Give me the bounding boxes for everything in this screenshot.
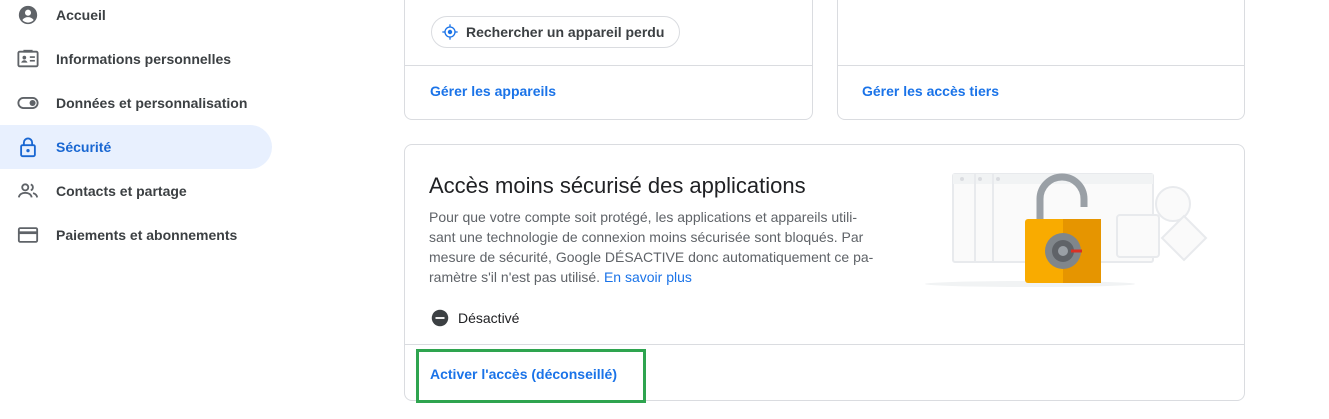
- sidebar-item-informations[interactable]: Informations personnelles: [0, 37, 272, 81]
- toggle-icon: [17, 97, 39, 109]
- account-circle-icon: [18, 5, 38, 25]
- locate-icon: [442, 24, 458, 40]
- description-line: Pour que votre compte soit protégé, les …: [429, 209, 858, 225]
- minus-circle-icon: [431, 309, 449, 327]
- manage-third-party-link[interactable]: Gérer les accès tiers: [862, 83, 999, 99]
- sidebar: Accueil Informations personnelles Donnée…: [0, 0, 290, 419]
- credit-card-icon: [17, 227, 39, 243]
- sidebar-item-label: Données et personnalisation: [56, 95, 248, 111]
- card-divider: [405, 344, 1244, 345]
- find-device-button[interactable]: Rechercher un appareil perdu: [431, 16, 680, 48]
- card-divider: [405, 65, 812, 66]
- card-title: Accès moins sécurisé des applications: [429, 173, 806, 198]
- sidebar-item-label: Accueil: [56, 7, 106, 23]
- status-label: Désactivé: [458, 310, 520, 326]
- card-description: Pour que votre compte soit protégé, les …: [429, 207, 881, 287]
- sidebar-item-donnees[interactable]: Données et personnalisation: [0, 81, 272, 125]
- description-line: sant une technologie de connexion moins …: [429, 229, 864, 245]
- highlight-box: [416, 349, 646, 403]
- id-card-icon: [17, 49, 39, 68]
- learn-more-link[interactable]: En savoir plus: [604, 269, 692, 285]
- status-indicator: Désactivé: [431, 309, 519, 327]
- sidebar-item-label: Paiements et abonnements: [56, 227, 238, 243]
- description-line: ramètre s'il n'est pas utilisé.: [429, 269, 601, 285]
- sidebar-item-paiements[interactable]: Paiements et abonnements: [0, 213, 272, 257]
- description-line: mesure de sécurité, Google DÉSACTIVE don…: [429, 249, 874, 265]
- card-divider: [838, 65, 1244, 66]
- find-device-label: Rechercher un appareil perdu: [466, 24, 665, 40]
- sidebar-item-label: Sécurité: [56, 139, 112, 155]
- description-line-last: ramètre s'il n'est pas utilisé. En savoi…: [429, 267, 881, 287]
- sidebar-item-contacts[interactable]: Contacts et partage: [0, 169, 272, 213]
- sidebar-item-label: Contacts et partage: [56, 183, 187, 199]
- manage-devices-link[interactable]: Gérer les appareils: [430, 83, 556, 99]
- sidebar-item-accueil[interactable]: Accueil: [0, 0, 272, 37]
- sidebar-item-label: Informations personnelles: [56, 51, 232, 67]
- third-party-card: Gérer les accès tiers: [837, 0, 1245, 120]
- sidebar-item-securite[interactable]: Sécurité: [0, 125, 272, 169]
- lock-icon: [20, 137, 36, 158]
- people-icon: [17, 183, 39, 198]
- devices-card: Rechercher un appareil perdu Gérer les a…: [404, 0, 813, 120]
- padlock-illustration: [925, 173, 1208, 287]
